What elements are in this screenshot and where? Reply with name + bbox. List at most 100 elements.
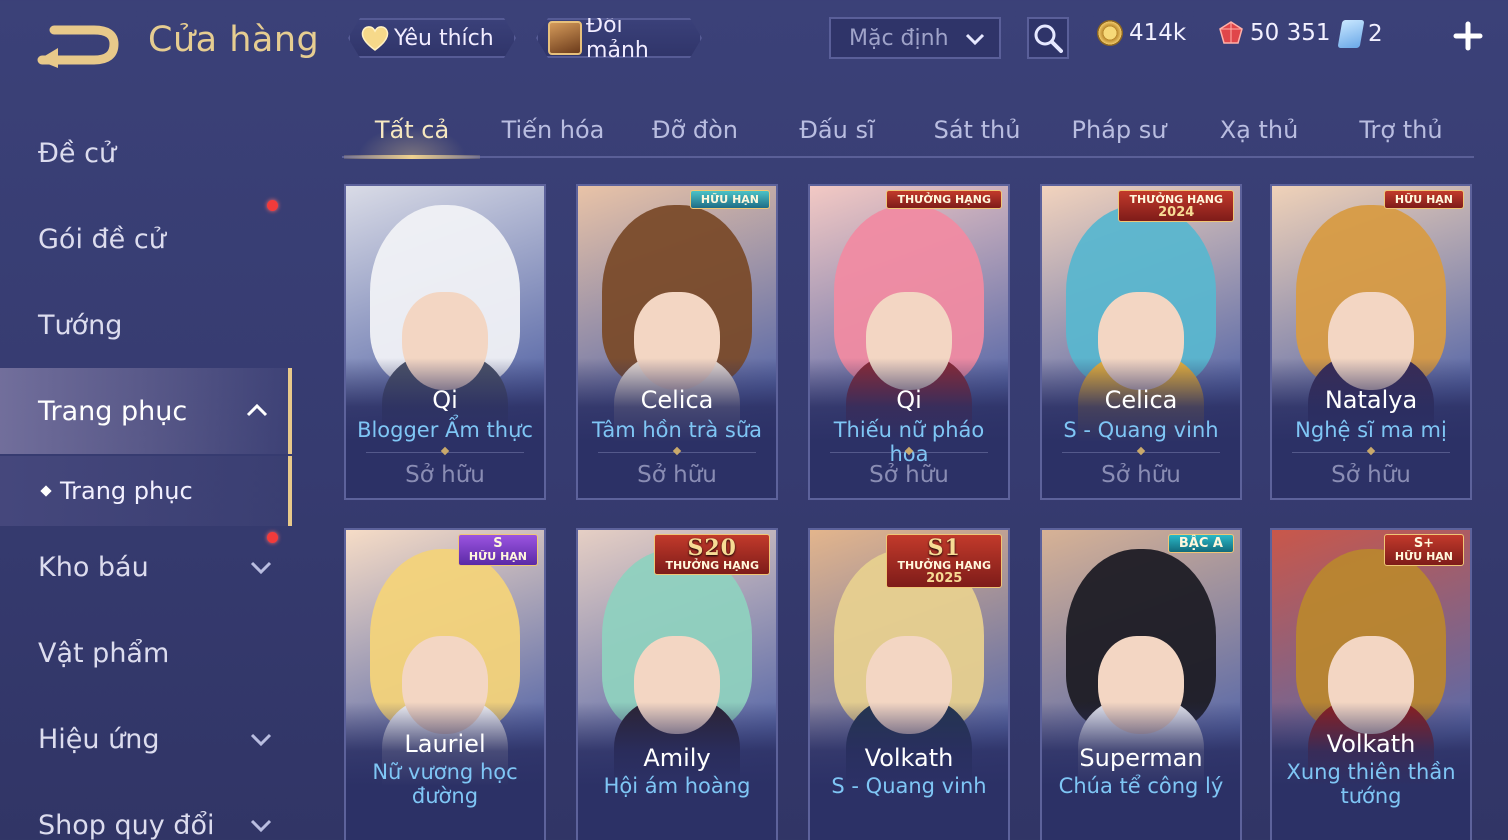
- badge-label: HỮU HẠN: [1394, 550, 1453, 563]
- tier-badge: BẬC A: [1167, 534, 1234, 553]
- hero-name: Lauriel: [404, 730, 486, 758]
- hero-name: Volkath: [1326, 730, 1416, 758]
- skin-card[interactable]: S1 THƯỞNG HẠNG 2025 Volkath S - Quang vi…: [808, 528, 1010, 840]
- sidebar-subitem-label: Trang phục: [60, 477, 193, 505]
- sidebar-item-label: Hiệu ứng: [38, 723, 160, 755]
- badge-year: 2024: [1158, 205, 1195, 220]
- tab-mage[interactable]: Pháp sư: [1054, 104, 1184, 156]
- skin-name: S - Quang vinh: [831, 774, 987, 798]
- tab-tank[interactable]: Đỡ đòn: [630, 104, 760, 156]
- top-bar: Cửa hàng Yêu thích Đổi mảnh Mặc định 414…: [0, 0, 1508, 80]
- limited-badge: HỮU HẠN: [1383, 190, 1464, 209]
- skin-card[interactable]: BẬC A Superman Chúa tể công lý: [1040, 528, 1242, 840]
- skin-name: Nghệ sĩ ma mị: [1295, 418, 1447, 442]
- exchange-shard-button[interactable]: Đổi mảnh: [536, 18, 702, 58]
- skin-card[interactable]: S HỮU HẠN Lauriel Nữ vương học đường: [344, 528, 546, 840]
- badge-season: S20: [687, 535, 737, 561]
- category-tabs: Tất cả Tiến hóa Đỡ đòn Đấu sĩ Sát thủ Ph…: [342, 104, 1474, 159]
- limited-badge: HỮU HẠN: [689, 190, 770, 209]
- heart-icon: [360, 24, 390, 52]
- ticket-icon: [1337, 20, 1365, 48]
- skin-name: Nữ vương học đường: [372, 760, 518, 808]
- rank-reward-badge: S1 THƯỞNG HẠNG 2025: [886, 534, 1002, 588]
- sort-dropdown[interactable]: Mặc định: [829, 17, 1001, 59]
- owned-status: Sở hữu: [405, 462, 485, 488]
- search-icon: [1034, 24, 1063, 53]
- page-title: Cửa hàng: [148, 20, 320, 60]
- favorites-label: Yêu thích: [394, 25, 494, 51]
- notification-dot: [267, 200, 278, 211]
- chevron-down-icon: [250, 733, 272, 747]
- plus-icon[interactable]: [1452, 20, 1484, 52]
- skin-card[interactable]: S20 THƯỞNG HẠNG Amily Hội ám hoàng: [576, 528, 778, 840]
- hero-name: Celica: [1104, 386, 1178, 414]
- hero-name: Volkath: [864, 744, 954, 772]
- tab-support[interactable]: Trợ thủ: [1336, 104, 1466, 156]
- sidebar-item-label: Trang phục: [38, 395, 188, 427]
- divider: [598, 452, 756, 453]
- owned-status: Sở hữu: [637, 462, 717, 488]
- sidebar-item-effects[interactable]: Hiệu ứng: [0, 696, 292, 782]
- rank-reward-badge: THƯỞNG HẠNG 2024: [1118, 190, 1234, 222]
- gold-coin-icon: [1097, 20, 1123, 46]
- divider: [1062, 452, 1220, 453]
- badge-grade: S: [493, 536, 503, 551]
- hero-name: Qi: [432, 386, 458, 414]
- tab-assassin[interactable]: Sát thủ: [912, 104, 1042, 156]
- tab-evolution[interactable]: Tiến hóa: [488, 104, 618, 156]
- sidebar-subitem-skins[interactable]: Trang phục: [0, 456, 292, 526]
- tab-marksman[interactable]: Xạ thủ: [1194, 104, 1324, 156]
- favorites-button[interactable]: Yêu thích: [348, 18, 516, 58]
- ticket-currency: 2: [1337, 20, 1383, 48]
- skin-name: Blogger Ẩm thực: [357, 418, 533, 442]
- exchange-label: Đổi mảnh: [586, 13, 649, 63]
- sidebar-item-label: Tướng: [38, 309, 123, 341]
- badge-grade: S+: [1413, 536, 1435, 551]
- hero-name: Qi: [896, 386, 922, 414]
- sort-value: Mặc định: [849, 25, 949, 51]
- diamond-bullet-icon: [40, 485, 52, 497]
- sidebar: Đề cử Gói đề cử Tướng Trang phục Trang p…: [0, 100, 292, 840]
- owned-status: Sở hữu: [1101, 462, 1181, 488]
- sidebar-item-exchange-shop[interactable]: Shop quy đổi: [0, 782, 292, 840]
- skin-card[interactable]: HỮU HẠN Natalya Nghệ sĩ ma mị Sở hữu: [1270, 184, 1472, 500]
- tab-fighter[interactable]: Đấu sĩ: [772, 104, 902, 156]
- sidebar-item-label: Shop quy đổi: [38, 809, 215, 840]
- skin-card[interactable]: THƯỞNG HẠNG 2024 Celica S - Quang vinh S…: [1040, 184, 1242, 500]
- sidebar-item-label: Đề cử: [38, 137, 117, 169]
- sidebar-item-recommended-packs[interactable]: Gói đề cử: [0, 196, 292, 282]
- skin-name: Hội ám hoàng: [603, 774, 751, 798]
- skin-grid: Qi Blogger Ẩm thực Sở hữu HỮU HẠN Celica…: [344, 184, 1474, 840]
- skin-name: Thiếu nữ pháo hoa: [833, 418, 985, 466]
- sidebar-item-label: Kho báu: [38, 551, 149, 583]
- badge-season: S1: [927, 535, 961, 561]
- ruby-gem-icon: [1219, 21, 1243, 44]
- hero-name: Natalya: [1324, 386, 1418, 414]
- skin-name: Tâm hồn trà sữa: [591, 418, 763, 442]
- sidebar-item-recommended[interactable]: Đề cử: [0, 110, 292, 196]
- owned-status: Sở hữu: [1331, 462, 1411, 488]
- skin-name: Chúa tể công lý: [1058, 774, 1224, 798]
- badge-year: 2025: [926, 571, 963, 586]
- ruby-currency: 50 351: [1218, 20, 1330, 46]
- gold-currency: 414k: [1097, 20, 1186, 46]
- skin-card[interactable]: HỮU HẠN Celica Tâm hồn trà sữa Sở hữu: [576, 184, 778, 500]
- badge-label: HỮU HẠN: [468, 550, 527, 563]
- divider: [830, 452, 988, 453]
- skin-card[interactable]: Qi Blogger Ẩm thực Sở hữu: [344, 184, 546, 500]
- skin-card[interactable]: S+ HỮU HẠN Volkath Xung thiên thần tướng: [1270, 528, 1472, 840]
- sidebar-item-heroes[interactable]: Tướng: [0, 282, 292, 368]
- chevron-down-icon: [250, 561, 272, 575]
- hero-name: Amily: [643, 744, 711, 772]
- sidebar-item-skins[interactable]: Trang phục: [0, 368, 292, 454]
- search-button[interactable]: [1027, 17, 1069, 59]
- sidebar-item-items[interactable]: Vật phẩm: [0, 610, 292, 696]
- rank-reward-badge: S20 THƯỞNG HẠNG: [654, 534, 770, 575]
- back-arrow-icon[interactable]: [36, 22, 120, 68]
- sidebar-item-treasure[interactable]: Kho báu: [0, 524, 292, 610]
- skin-card[interactable]: THƯỞNG HẠNG Qi Thiếu nữ pháo hoa Sở hữu: [808, 184, 1010, 500]
- chevron-down-icon: [250, 819, 272, 833]
- tab-all[interactable]: Tất cả: [344, 104, 480, 159]
- limited-badge: S HỮU HẠN: [457, 534, 538, 566]
- badge-label: THƯỞNG HẠNG: [665, 559, 759, 572]
